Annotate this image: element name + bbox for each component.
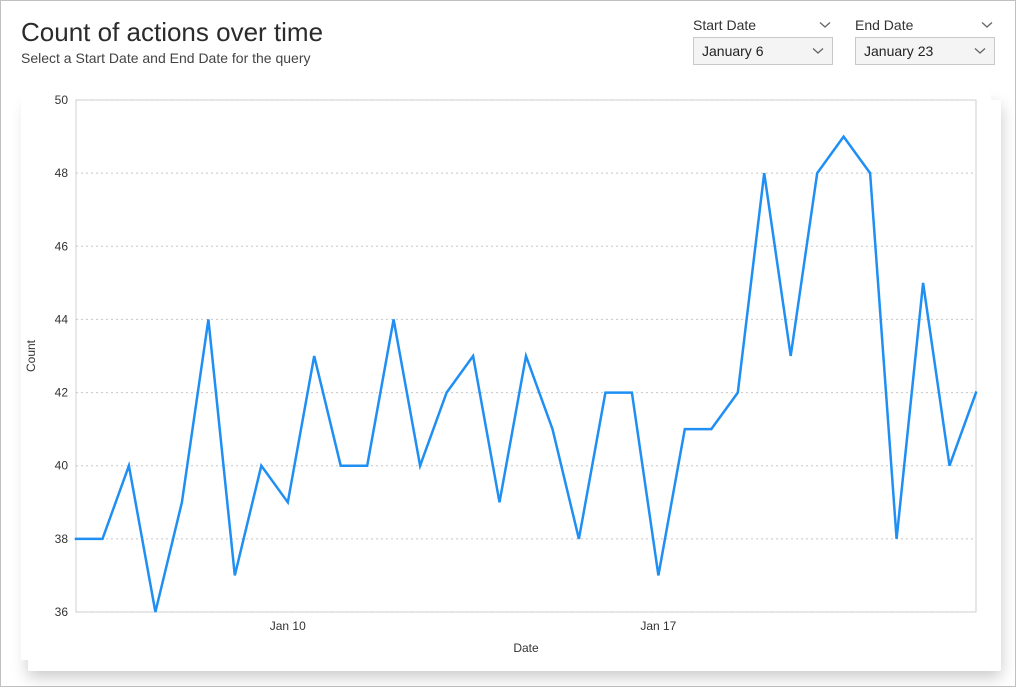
x-tick-label: Jan 10 [270,619,306,633]
start-date-control: Start Date January 6 [693,17,833,65]
chevron-down-icon[interactable] [981,19,993,31]
x-tick-label: Jan 17 [640,619,676,633]
start-date-dropdown[interactable]: January 6 [693,37,833,65]
y-tick-label: 46 [55,239,69,253]
y-tick-label: 44 [55,312,69,326]
line-series [76,137,976,612]
y-tick-label: 50 [55,93,69,107]
start-date-value: January 6 [702,43,763,59]
chevron-down-icon [812,45,824,57]
chart-subtitle: Select a Start Date and End Date for the… [21,50,693,66]
x-axis-title: Date [513,641,539,655]
end-date-label: End Date [855,17,913,33]
start-date-label: Start Date [693,17,756,33]
y-axis-title: Count [24,339,38,372]
y-tick-label: 36 [55,605,69,619]
chart-title: Count of actions over time [21,17,693,48]
end-date-dropdown[interactable]: January 23 [855,37,995,65]
header: Count of actions over time Select a Star… [21,15,995,66]
y-tick-label: 48 [55,166,69,180]
date-controls: Start Date January 6 End Date [693,17,995,65]
end-date-control: End Date January 23 [855,17,995,65]
chart-plot: 36 38 40 42 44 46 48 50 Jan 10 Jan 17 Date Count [21,90,991,660]
y-tick-label: 38 [55,532,69,546]
y-tick-label: 42 [55,386,69,400]
chart-card: Count of actions over time Select a Star… [0,0,1016,687]
chevron-down-icon [974,45,986,57]
y-tick-label: 40 [55,459,69,473]
chevron-down-icon[interactable] [819,19,831,31]
end-date-value: January 23 [864,43,933,59]
